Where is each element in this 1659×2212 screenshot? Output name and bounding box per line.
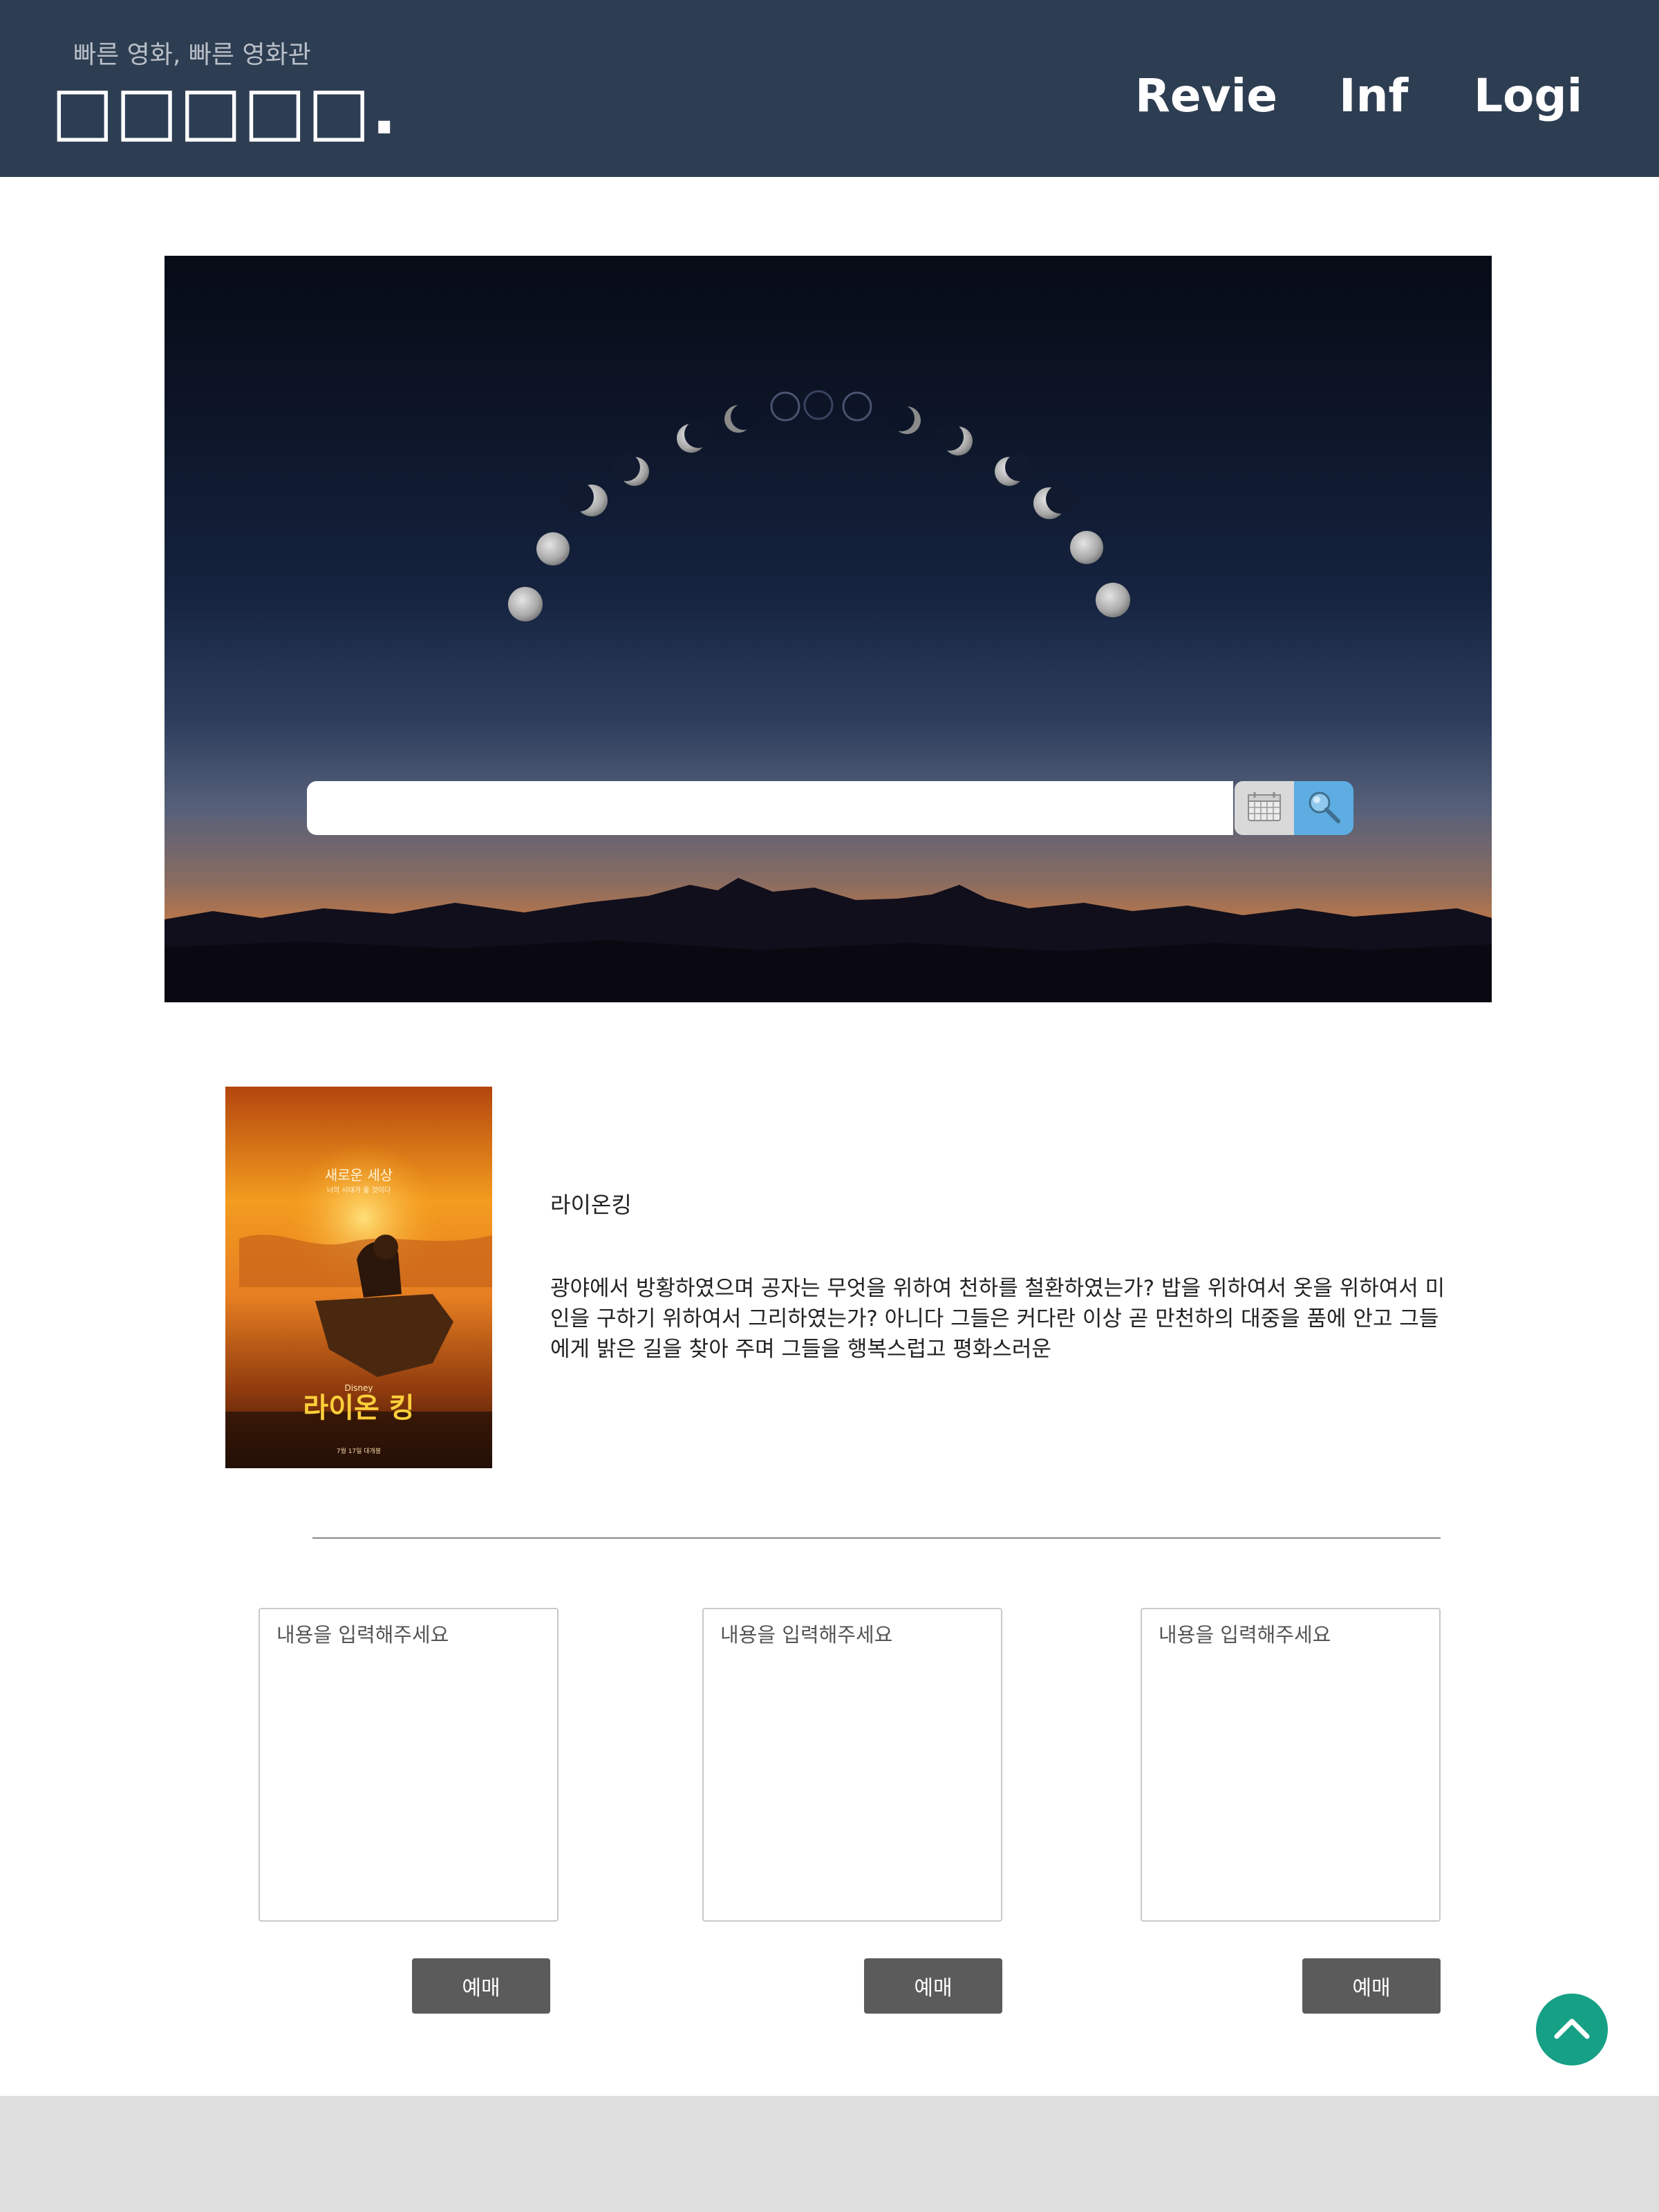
calendar-button[interactable]	[1235, 781, 1294, 835]
movie-poster: 새로운 세상 너의 시대가 올 것이다 Disney 라이온 킹 7월 17일 …	[225, 1087, 492, 1468]
nav-review-link[interactable]: Revie	[1135, 69, 1277, 122]
hero-banner	[165, 256, 1492, 1002]
nav-login-link[interactable]: Logi	[1474, 69, 1582, 122]
moon-phases-image	[165, 390, 1492, 1002]
book-button-1[interactable]: 예매	[412, 1958, 550, 2014]
poster-subtagline: 너의 시대가 올 것이다	[327, 1186, 391, 1194]
search-button[interactable]	[1294, 781, 1353, 835]
search-input[interactable]	[307, 781, 1233, 835]
search-icon	[1305, 788, 1342, 828]
site-footer	[0, 2096, 1659, 2212]
book-button-2[interactable]: 예매	[864, 1958, 1002, 2014]
site-tagline: 빠른 영화, 빠른 영화관	[73, 41, 311, 69]
calendar-icon	[1246, 791, 1282, 825]
movie-description: 광야에서 방황하였으며 공자는 무엇을 위하여 천하를 철환하였는가? 밥을 위…	[550, 1276, 1445, 1362]
site-logo[interactable]: □□□□□.	[51, 77, 398, 144]
movie-title: 라이온킹	[550, 1192, 632, 1218]
section-divider	[312, 1537, 1441, 1539]
site-header: 빠른 영화, 빠른 영화관 □□□□□. Revie Inf Logi	[0, 0, 1659, 177]
review-textarea-1[interactable]	[259, 1608, 559, 1922]
scroll-top-button[interactable]	[1536, 1994, 1608, 2065]
nav-info-link[interactable]: Inf	[1339, 69, 1408, 122]
poster-title: 라이온 킹	[303, 1392, 414, 1424]
poster-tagline: 새로운 세상	[325, 1167, 393, 1183]
chevron-up-icon	[1551, 2014, 1593, 2045]
poster-brand: Disney	[345, 1383, 373, 1393]
book-button-3[interactable]: 예매	[1302, 1958, 1441, 2014]
review-textarea-3[interactable]	[1141, 1608, 1441, 1922]
review-textarea-2[interactable]	[702, 1608, 1002, 1922]
poster-release: 7월 17일 대개봉	[337, 1447, 381, 1455]
